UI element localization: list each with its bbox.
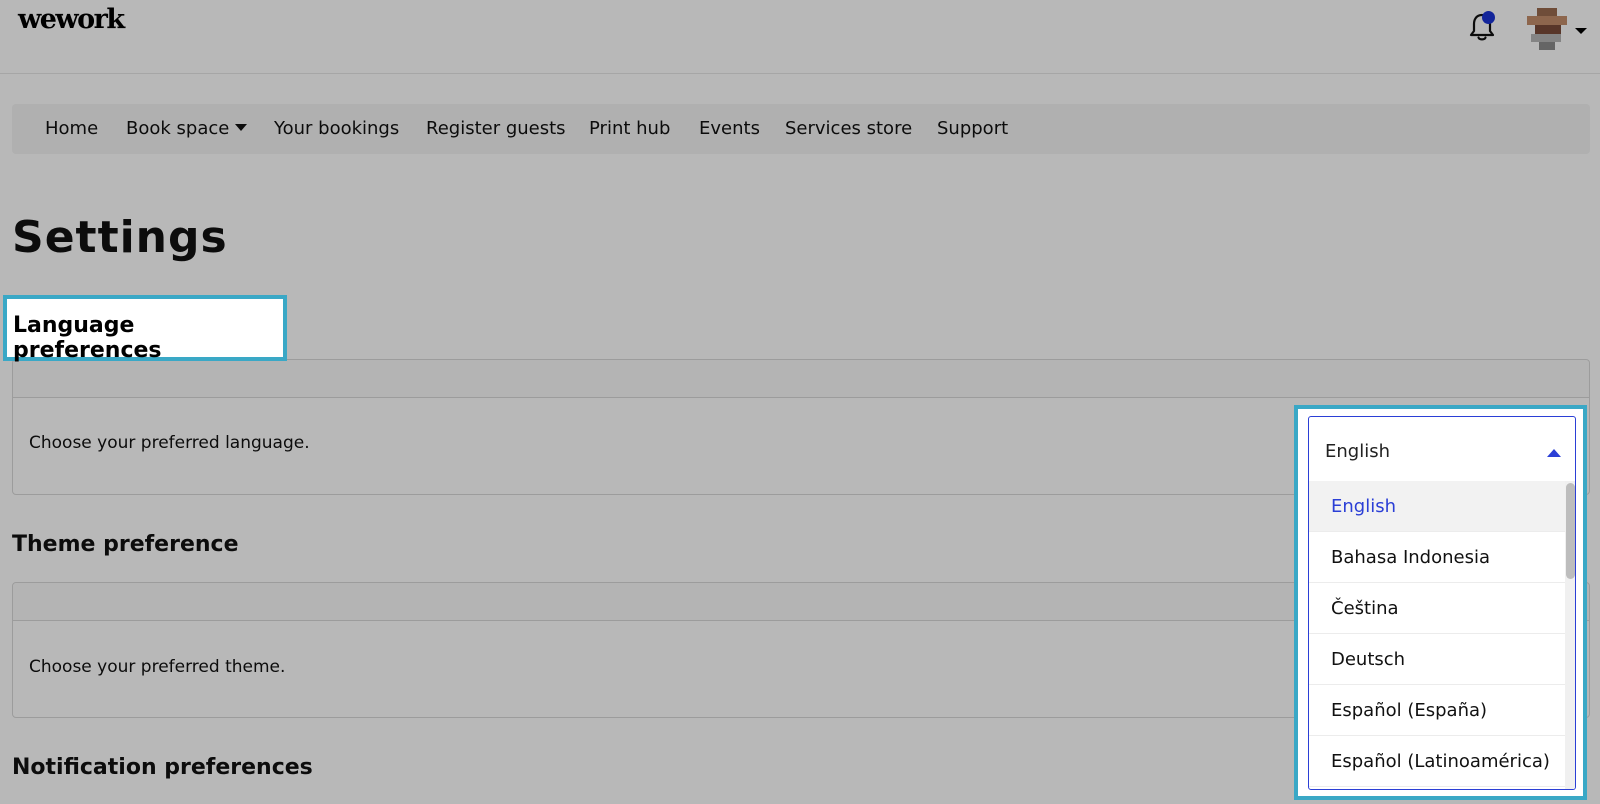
language-option-cestina[interactable]: Čeština bbox=[1309, 583, 1565, 634]
main-nav: Home Book space Your bookings Register g… bbox=[12, 104, 1590, 154]
page: wework Home Book space Your bookings Reg… bbox=[0, 0, 1600, 804]
language-select[interactable]: English English Bahasa Indonesia Čeština… bbox=[1308, 416, 1576, 790]
card-header bbox=[13, 360, 1589, 398]
language-dropdown-highlight: English English Bahasa Indonesia Čeština… bbox=[1294, 405, 1587, 800]
nav-book-space-label: Book space bbox=[126, 118, 230, 139]
language-option-espanol-espana[interactable]: Español (España) bbox=[1309, 685, 1565, 736]
nav-events[interactable]: Events bbox=[699, 118, 760, 139]
nav-services-store[interactable]: Services store bbox=[785, 118, 912, 139]
scrollbar-thumb[interactable] bbox=[1566, 483, 1575, 579]
notification-dot bbox=[1482, 11, 1495, 24]
wework-logo[interactable]: wework bbox=[18, 4, 125, 35]
nav-book-space[interactable]: Book space bbox=[126, 118, 248, 139]
avatar[interactable] bbox=[1527, 8, 1567, 50]
language-option-espanol-latinoamerica[interactable]: Español (Latinoamérica) bbox=[1309, 736, 1565, 787]
language-description: Choose your preferred language. bbox=[29, 433, 310, 453]
language-select-value[interactable]: English bbox=[1325, 441, 1390, 462]
caret-down-icon bbox=[235, 124, 248, 131]
language-title-highlight: Language preferences bbox=[3, 295, 287, 363]
page-title: Settings bbox=[12, 212, 228, 263]
language-option-deutsch[interactable]: Deutsch bbox=[1309, 634, 1565, 685]
nav-support[interactable]: Support bbox=[937, 118, 1008, 139]
nav-register-guests[interactable]: Register guests bbox=[426, 118, 566, 139]
nav-print-hub[interactable]: Print hub bbox=[589, 118, 670, 139]
nav-your-bookings[interactable]: Your bookings bbox=[274, 118, 399, 139]
profile-menu-caret-icon[interactable] bbox=[1575, 28, 1587, 34]
theme-section-title: Theme preference bbox=[12, 532, 239, 557]
language-option-bahasa-indonesia[interactable]: Bahasa Indonesia bbox=[1309, 532, 1565, 583]
top-bar: wework bbox=[0, 0, 1600, 74]
language-option-english[interactable]: English bbox=[1309, 481, 1565, 532]
nav-home[interactable]: Home bbox=[45, 118, 98, 139]
language-section-title: Language preferences bbox=[13, 313, 162, 363]
notification-section-title: Notification preferences bbox=[12, 755, 313, 780]
options-scrollbar[interactable] bbox=[1565, 481, 1575, 789]
theme-description: Choose your preferred theme. bbox=[29, 657, 286, 677]
language-options-list: English Bahasa Indonesia Čeština Deutsch… bbox=[1309, 481, 1565, 789]
caret-up-icon[interactable] bbox=[1547, 449, 1561, 457]
